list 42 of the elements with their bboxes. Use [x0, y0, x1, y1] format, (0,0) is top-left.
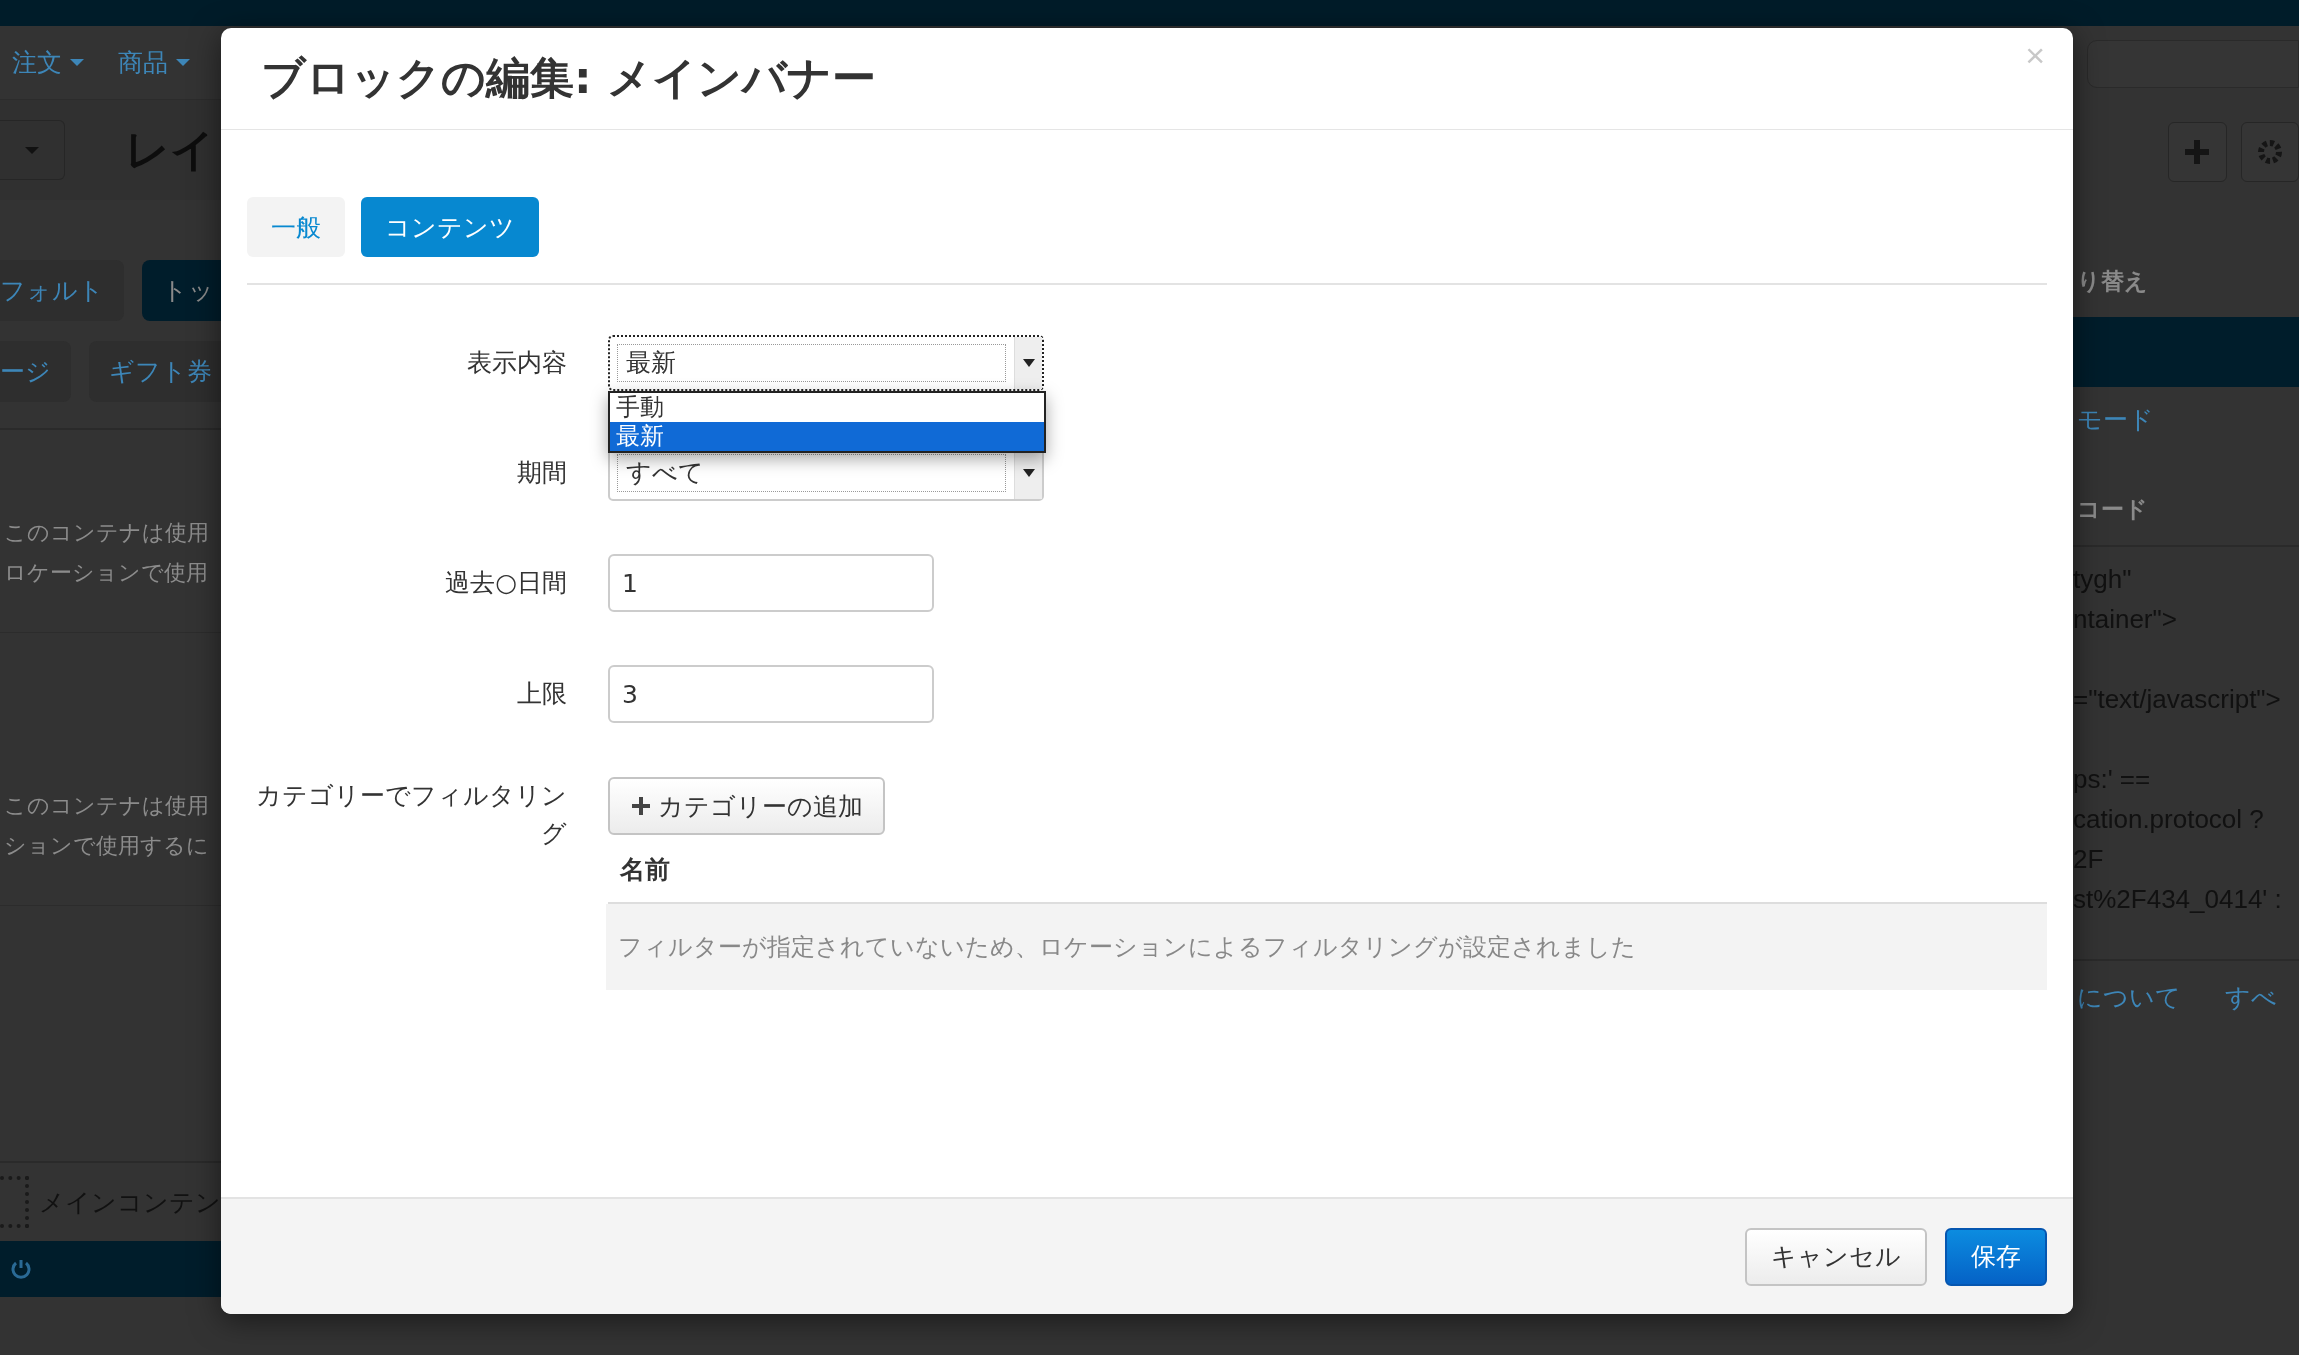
tab[interactable]: 一般: [247, 197, 345, 257]
dialog-title: ブロックの編集: メインバナー: [261, 51, 876, 105]
dropdown-button[interactable]: [0, 120, 65, 180]
field-label: 表示内容: [466, 347, 567, 379]
container-note: このコンテナは使用: [3, 519, 210, 547]
dropdown-option[interactable]: 最新: [610, 422, 1044, 451]
caret-icon: [1022, 359, 1035, 367]
field-label: 過去○日間: [444, 567, 567, 599]
empty-message: フィルターが指定されていないため、ロケーションによるフィルタリングが設定されました: [606, 904, 2047, 990]
mode-link[interactable]: モード: [2073, 387, 2299, 436]
location-tab[interactable]: トッ: [142, 260, 221, 321]
footer-link[interactable]: について: [2077, 981, 2181, 1014]
save-button[interactable]: 保存: [1945, 1227, 2047, 1286]
dropdown-option[interactable]: 手動: [610, 393, 1044, 422]
input-field[interactable]: 1: [608, 554, 934, 612]
tab[interactable]: コンテンツ: [361, 197, 539, 257]
location-tab[interactable]: ージ: [0, 341, 71, 402]
container-note: このコンテナは使用: [3, 792, 210, 820]
caret-icon: [1022, 469, 1035, 477]
cancel-button[interactable]: キャンセル: [1745, 1227, 1927, 1286]
settings-icon: [2256, 139, 2283, 165]
field-label: 期間: [516, 457, 567, 489]
input-field[interactable]: 3: [608, 665, 934, 723]
field-label: カテゴリーでフィルタリング: [255, 780, 567, 850]
nav-menu-item[interactable]: 注文: [12, 46, 84, 79]
container-placeholder-icon: [0, 1176, 29, 1228]
container-note: ションで使用するに: [3, 832, 210, 860]
plus-icon: [632, 797, 650, 815]
field-label: 上限: [516, 678, 567, 710]
container-note: ロケーションで使用: [3, 559, 209, 587]
nav-menu-item[interactable]: 商品: [118, 46, 190, 79]
section-label: コード: [2076, 495, 2149, 524]
section-label: り替え: [2076, 267, 2149, 296]
add-button[interactable]: [2168, 122, 2227, 182]
settings-button[interactable]: [2240, 122, 2299, 182]
add-category-button[interactable]: カテゴリーの追加: [608, 777, 885, 835]
footer-link[interactable]: すべ: [2225, 981, 2277, 1014]
power-icon[interactable]: [10, 1258, 32, 1280]
plus-icon: [2185, 140, 2210, 164]
location-tab[interactable]: フォルト: [0, 260, 124, 321]
location-tab[interactable]: ギフト券: [89, 341, 221, 402]
select-field[interactable]: 最新: [608, 335, 1044, 391]
